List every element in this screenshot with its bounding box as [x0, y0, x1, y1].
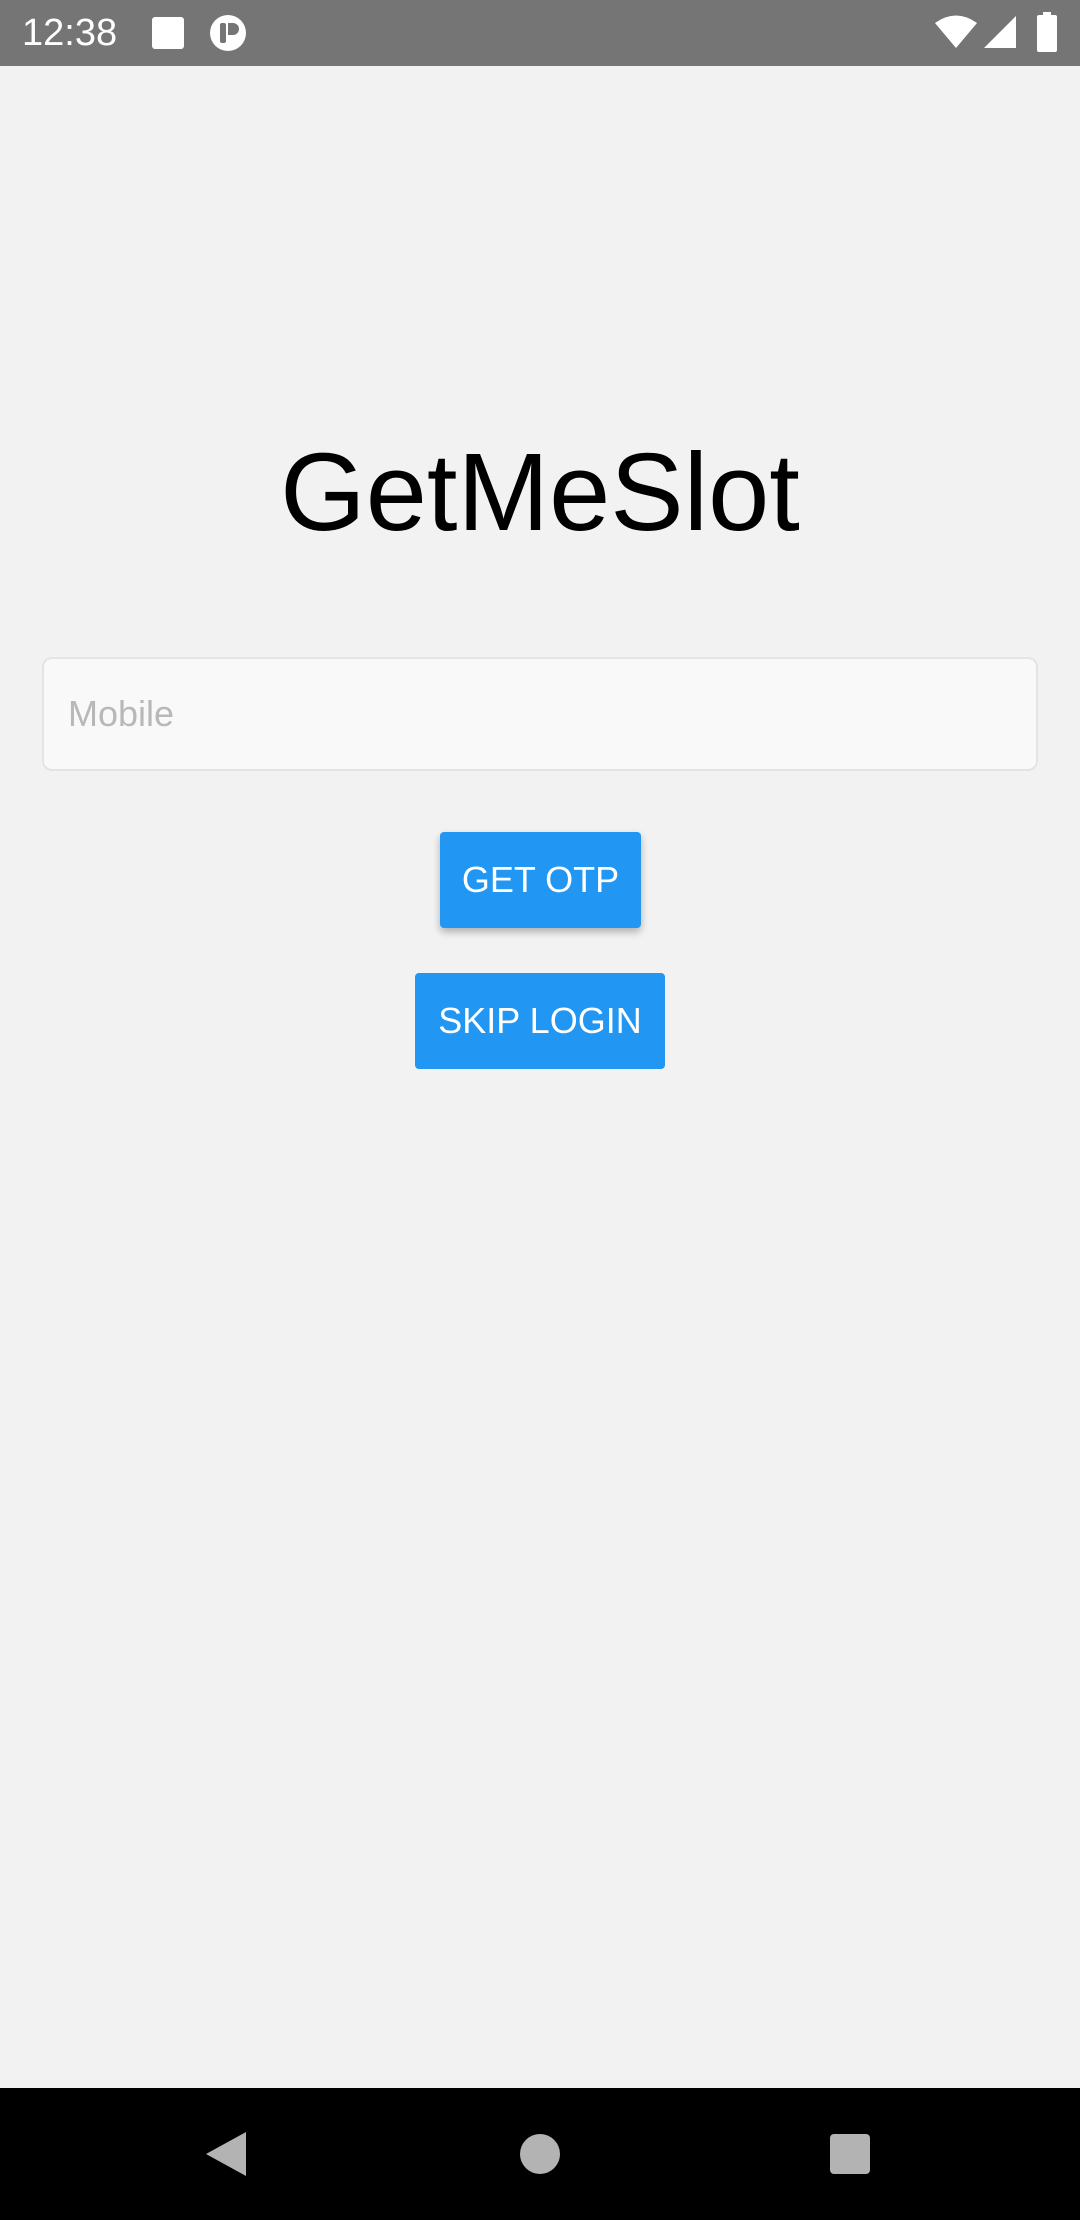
navigation-bar — [0, 2088, 1080, 2220]
square-notification-icon — [152, 17, 184, 49]
home-icon[interactable] — [519, 2133, 561, 2175]
skip-login-button[interactable]: SKIP LOGIN — [415, 973, 665, 1069]
battery-icon — [1037, 12, 1057, 52]
mobile-input[interactable] — [42, 657, 1038, 771]
get-otp-button[interactable]: GET OTP — [440, 832, 641, 928]
app-title: GetMeSlot — [280, 431, 800, 554]
recents-icon[interactable] — [829, 2133, 871, 2175]
back-icon[interactable] — [204, 2130, 248, 2178]
login-screen — [0, 66, 1080, 2088]
app-notification-icon — [210, 15, 246, 51]
wifi-icon — [935, 15, 977, 48]
status-time: 12:38 — [22, 12, 118, 54]
cell-signal-icon — [984, 16, 1016, 48]
status-bar: 12:38 — [0, 0, 1080, 66]
